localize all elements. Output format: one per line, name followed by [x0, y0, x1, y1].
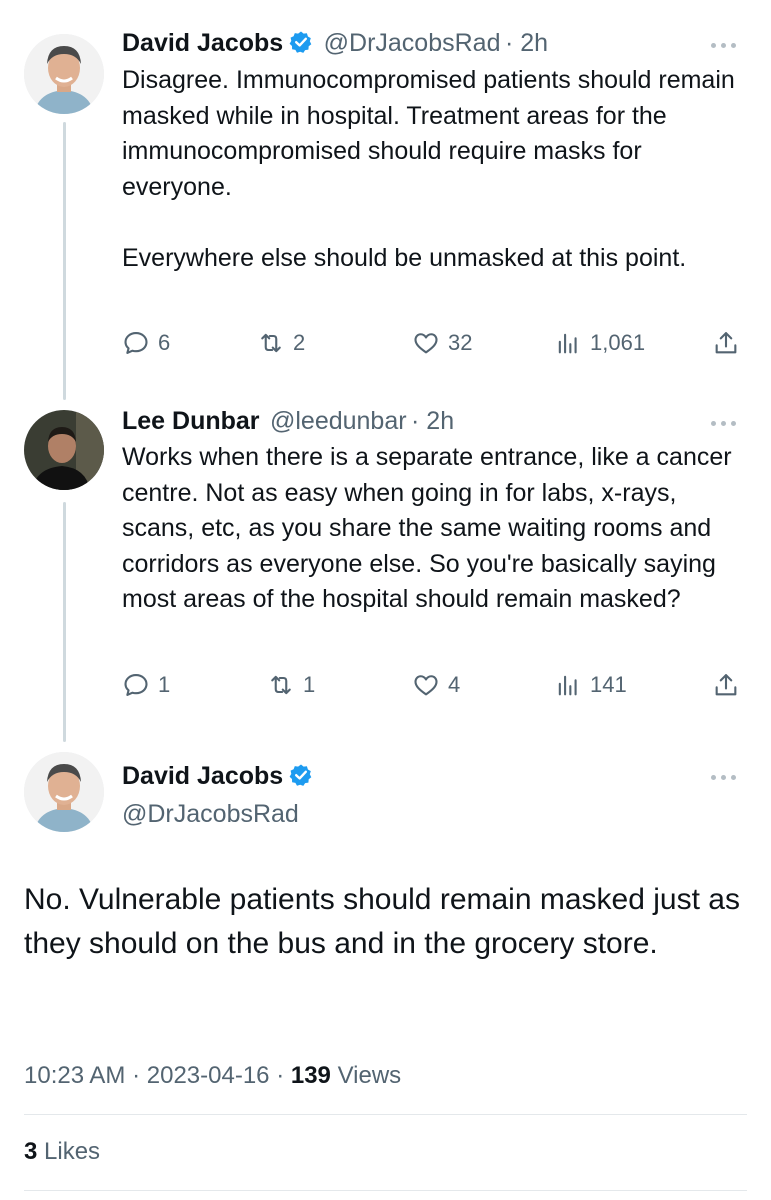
reply-button[interactable]: 6: [122, 326, 170, 360]
author-handle[interactable]: @DrJacobsRad: [324, 29, 501, 57]
author-name[interactable]: David Jacobs: [122, 29, 283, 57]
views-button[interactable]: 141: [554, 668, 627, 702]
verified-badge-icon: [289, 764, 312, 786]
like-button[interactable]: 4: [412, 668, 460, 702]
tweet-meta: 10:23 AM · 2023-04-16 · 139 Views: [24, 1062, 402, 1089]
share-button[interactable]: [712, 668, 748, 702]
likes-label: Likes: [44, 1138, 101, 1165]
reply-button[interactable]: 1: [122, 668, 170, 702]
reply-count: 6: [158, 330, 171, 355]
more-icon[interactable]: [711, 770, 745, 784]
views-icon: [558, 675, 577, 696]
main-tweet-header: David Jacobs @DrJacobsRad: [122, 760, 313, 830]
retweet-button[interactable]: 1: [267, 668, 315, 702]
likes-summary[interactable]: 3 Likes: [24, 1137, 100, 1167]
avatar-image: [24, 34, 104, 114]
retweet-count: 1: [303, 672, 316, 697]
more-icon[interactable]: [711, 38, 745, 52]
tweet-time[interactable]: · 2h: [505, 29, 548, 57]
author-handle[interactable]: @leedunbar: [270, 407, 407, 435]
retweet-icon: [261, 333, 281, 353]
tweet-text: Disagree. Immunocompromised patients sho…: [122, 63, 742, 276]
main-tweet-text: No. Vulnerable patients should remain ma…: [24, 883, 740, 960]
tweet-paragraph-1: Disagree. Immunocompromised patients sho…: [122, 66, 735, 201]
like-icon: [414, 333, 438, 354]
more-icon[interactable]: [711, 416, 745, 430]
share-icon: [715, 674, 737, 696]
views-label: Views: [337, 1062, 402, 1089]
verified-badge-icon: [289, 31, 312, 53]
retweet-count: 2: [293, 330, 306, 355]
tweet-actions: 1 1 4 141: [122, 668, 747, 702]
tweet-header: Lee Dunbar @leedunbar · 2h: [122, 406, 454, 440]
tweet-date[interactable]: 2023-04-16: [147, 1062, 270, 1089]
avatar-david-jacobs[interactable]: [24, 34, 104, 114]
divider: [24, 1114, 747, 1115]
share-icon: [715, 332, 737, 354]
author-name[interactable]: David Jacobs: [122, 762, 283, 790]
avatar-david-jacobs[interactable]: [24, 752, 104, 832]
avatar-image: [24, 410, 104, 490]
tweet-header: David Jacobs @DrJacobsRad · 2h: [122, 28, 548, 62]
like-count: 32: [448, 330, 473, 355]
tweet-actions: 6 2 32 1,061: [122, 326, 747, 360]
reply-count: 1: [158, 672, 171, 697]
tweet-paragraph-2: Everywhere else should be unmasked at th…: [122, 243, 687, 272]
likes-count: 3: [24, 1138, 38, 1165]
views-count: 141: [590, 672, 627, 697]
views-count: 1,061: [590, 330, 646, 355]
tweet-text: Works when there is a separate entrance,…: [122, 443, 732, 613]
thread-line-2: [63, 502, 66, 742]
like-button[interactable]: 32: [412, 326, 472, 360]
thread-line-1: [63, 122, 66, 400]
views-count: 139: [290, 1062, 331, 1089]
retweet-button[interactable]: 2: [257, 326, 305, 360]
avatar-image: [24, 752, 104, 832]
author-handle[interactable]: @DrJacobsRad: [122, 798, 313, 830]
views-button[interactable]: 1,061: [554, 326, 645, 360]
like-icon: [414, 675, 438, 696]
divider: [24, 1190, 747, 1191]
like-count: 4: [448, 672, 461, 697]
tweet-time[interactable]: 10:23 AM: [24, 1062, 125, 1089]
share-button[interactable]: [712, 326, 748, 360]
author-name[interactable]: Lee Dunbar: [122, 407, 260, 435]
reply-icon: [124, 332, 148, 354]
views-icon: [558, 333, 577, 354]
reply-icon: [124, 674, 148, 696]
avatar-lee-dunbar[interactable]: [24, 410, 104, 490]
retweet-icon: [271, 675, 291, 695]
tweet-time[interactable]: · 2h: [411, 407, 454, 435]
